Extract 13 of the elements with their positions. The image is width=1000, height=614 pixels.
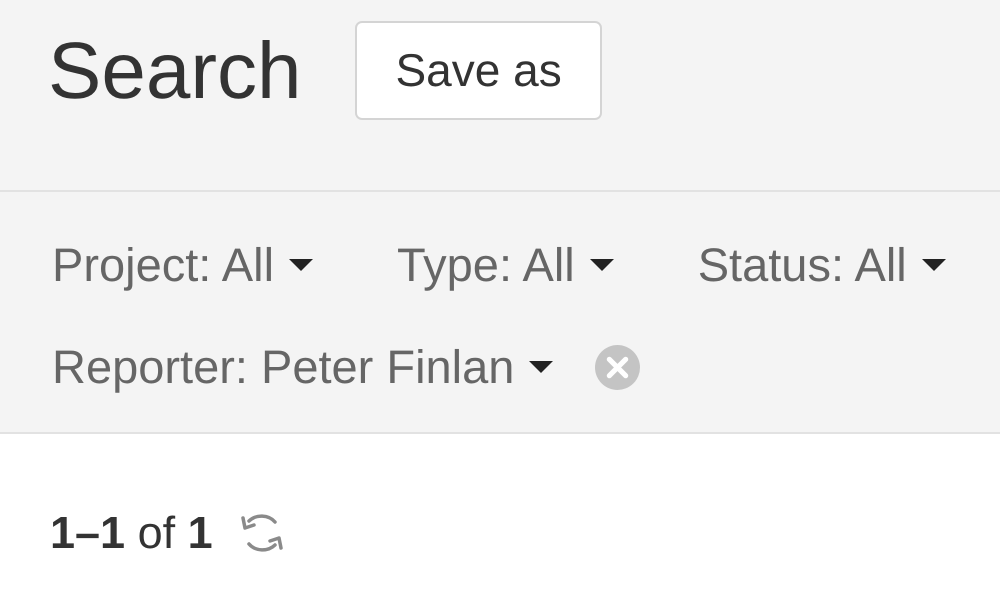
filter-dropdown[interactable]: Project: All: [52, 237, 314, 293]
caret-icon: [289, 259, 314, 271]
caret-icon: [529, 361, 554, 373]
page-title: Search: [48, 25, 302, 117]
refresh-icon[interactable]: [238, 512, 285, 554]
caret-icon: [922, 259, 946, 271]
results-count: 1–1 of 1: [50, 508, 213, 558]
clear-icon[interactable]: [595, 344, 640, 390]
filter-dropdown[interactable]: Reporter: Peter Finlan: [52, 339, 554, 395]
save-as-button[interactable]: Save as: [355, 21, 602, 120]
caret-icon: [590, 259, 614, 271]
filter-dropdown[interactable]: Type: All: [397, 237, 614, 293]
filter-dropdown[interactable]: Status: All: [698, 237, 946, 293]
